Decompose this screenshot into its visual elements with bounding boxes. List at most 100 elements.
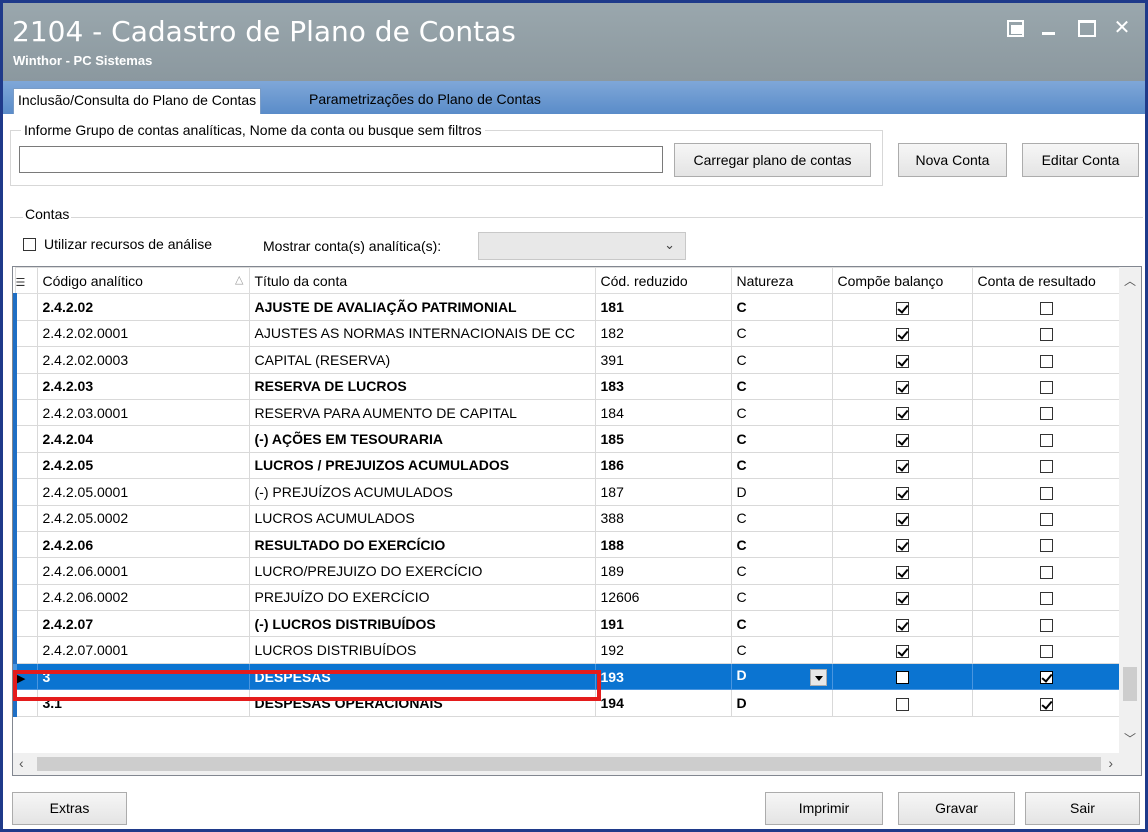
cell-reduzido[interactable]: 391: [594, 346, 732, 374]
cell-resultado[interactable]: [971, 319, 1122, 348]
cell-codigo[interactable]: 2.4.2.05.0002: [36, 504, 250, 532]
cell-natureza[interactable]: C: [730, 530, 833, 559]
scroll-up-icon[interactable]: ︿: [1124, 272, 1136, 289]
maximize-icon[interactable]: [1075, 17, 1097, 39]
use-analysis-option[interactable]: Utilizar recursos de análise: [23, 236, 212, 252]
minimize-icon[interactable]: [1039, 17, 1061, 39]
cell-natureza[interactable]: C: [730, 636, 833, 664]
close-icon[interactable]: ✕: [1111, 17, 1133, 39]
table-row[interactable]: 2.4.2.02.0001 AJUSTES AS NORMAS INTERNACI…: [13, 319, 1122, 348]
scroll-down-icon[interactable]: ﹀: [1124, 730, 1136, 747]
cell-resultado-checkbox[interactable]: [1040, 407, 1053, 421]
table-row[interactable]: 2.4.2.02.0003 CAPITAL (RESERVA) 391 C: [13, 346, 1122, 374]
cell-balanco[interactable]: [831, 583, 973, 612]
cell-titulo[interactable]: LUCROS ACUMULADOS: [248, 504, 596, 532]
tab-inclusao-consulta[interactable]: Inclusão/Consulta do Plano de Contas: [13, 88, 262, 114]
cell-balanco[interactable]: [831, 557, 973, 585]
cell-balanco[interactable]: [831, 610, 973, 638]
cell-reduzido[interactable]: 185: [594, 425, 732, 453]
cell-balanco[interactable]: [831, 293, 973, 321]
cell-resultado[interactable]: [971, 372, 1122, 400]
row-indicator[interactable]: [13, 610, 38, 638]
cell-balanco-checkbox[interactable]: [895, 407, 909, 421]
cell-resultado-checkbox[interactable]: [1040, 565, 1053, 579]
cell-resultado-checkbox[interactable]: [1040, 671, 1053, 685]
cell-codigo[interactable]: 2.4.2.03.0001: [36, 398, 250, 427]
cell-resultado-checkbox[interactable]: [1040, 513, 1053, 526]
cell-titulo[interactable]: PREJUÍZO DO EXERCÍCIO: [248, 583, 596, 612]
cell-resultado[interactable]: [971, 636, 1122, 664]
cell-reduzido[interactable]: 181: [594, 293, 732, 321]
cell-balanco[interactable]: [831, 662, 973, 691]
cell-reduzido[interactable]: 188: [594, 530, 732, 559]
cell-codigo[interactable]: 2.4.2.03: [36, 372, 250, 400]
cell-resultado-checkbox[interactable]: [1040, 539, 1053, 553]
cell-balanco[interactable]: [831, 425, 973, 453]
cell-balanco-checkbox[interactable]: [895, 354, 909, 368]
cell-balanco-checkbox[interactable]: [895, 381, 909, 395]
cell-reduzido[interactable]: 192: [594, 636, 732, 664]
cell-titulo[interactable]: RESERVA DE LUCROS: [248, 372, 596, 400]
cell-balanco[interactable]: [831, 372, 973, 400]
cell-resultado[interactable]: [971, 689, 1122, 717]
cell-natureza[interactable]: D: [730, 662, 833, 691]
column-header-resultado[interactable]: Conta de resultado: [971, 267, 1122, 295]
row-indicator[interactable]: [13, 530, 38, 559]
cell-balanco-checkbox[interactable]: [895, 486, 909, 500]
cell-titulo[interactable]: AJUSTE DE AVALIAÇÃO PATRIMONIAL: [248, 293, 596, 321]
cell-balanco-checkbox[interactable]: [895, 460, 909, 474]
cell-titulo[interactable]: RESERVA PARA AUMENTO DE CAPITAL: [248, 398, 596, 427]
tab-parametrizacoes[interactable]: Parametrizações do Plano de Contas: [305, 88, 545, 114]
cell-balanco[interactable]: [831, 504, 973, 532]
cell-resultado-checkbox[interactable]: [1040, 354, 1053, 368]
cell-resultado-checkbox[interactable]: [1040, 697, 1053, 711]
column-chooser-icon[interactable]: ☰: [14, 267, 38, 295]
column-header-codigo[interactable]: Código analítico △: [36, 267, 250, 295]
row-indicator[interactable]: [13, 346, 38, 374]
table-row[interactable]: 2.4.2.03 RESERVA DE LUCROS 183 C: [13, 372, 1122, 400]
cell-resultado[interactable]: [971, 478, 1122, 506]
scroll-left-icon[interactable]: ‹: [19, 755, 24, 771]
cell-resultado[interactable]: [971, 662, 1122, 691]
extras-button[interactable]: Extras: [12, 792, 127, 825]
cell-natureza[interactable]: C: [730, 293, 833, 321]
cell-resultado-checkbox[interactable]: [1040, 381, 1053, 395]
cell-natureza[interactable]: C: [730, 557, 833, 585]
new-account-button[interactable]: Nova Conta: [898, 143, 1007, 177]
cell-titulo[interactable]: AJUSTES AS NORMAS INTERNACIONAIS DE CC: [248, 319, 596, 348]
cell-resultado-checkbox[interactable]: [1040, 328, 1053, 342]
cell-codigo[interactable]: 2.4.2.07: [36, 610, 250, 638]
column-header-balanco[interactable]: Compõe balanço: [831, 267, 973, 295]
cell-codigo[interactable]: 2.4.2.06.0001: [36, 557, 250, 585]
use-analysis-checkbox[interactable]: [23, 237, 36, 251]
edit-account-button[interactable]: Editar Conta: [1022, 143, 1139, 177]
cell-resultado[interactable]: [971, 557, 1122, 585]
vertical-scroll-thumb[interactable]: [1123, 667, 1137, 701]
cell-codigo[interactable]: 2.4.2.04: [36, 425, 250, 453]
cell-resultado-checkbox[interactable]: [1040, 618, 1053, 632]
cell-reduzido[interactable]: 187: [594, 478, 732, 506]
table-row[interactable]: 2.4.2.03.0001 RESERVA PARA AUMENTO DE CAP…: [13, 398, 1122, 427]
cell-reduzido[interactable]: 186: [594, 451, 732, 480]
cell-codigo[interactable]: 2.4.2.07.0001: [36, 636, 250, 664]
cell-natureza[interactable]: D: [730, 478, 833, 506]
cell-balanco-checkbox[interactable]: [895, 301, 909, 315]
cell-codigo[interactable]: 2.4.2.02: [36, 293, 250, 321]
cell-codigo[interactable]: 2.4.2.05.0001: [36, 478, 250, 506]
cell-titulo[interactable]: LUCROS / PREJUIZOS ACUMULADOS: [248, 451, 596, 480]
vertical-scrollbar[interactable]: ︿ ﹀: [1119, 267, 1141, 775]
cell-reduzido[interactable]: 194: [594, 689, 732, 717]
cell-balanco-checkbox[interactable]: [895, 565, 909, 579]
cell-resultado-checkbox[interactable]: [1040, 644, 1053, 658]
cell-balanco[interactable]: [831, 346, 973, 374]
cell-codigo[interactable]: 2.4.2.02.0001: [36, 319, 250, 348]
cell-balanco[interactable]: [831, 636, 973, 664]
restore-icon[interactable]: [1003, 17, 1025, 39]
cell-titulo[interactable]: (-) LUCROS DISTRIBUÍDOS: [248, 610, 596, 638]
row-indicator[interactable]: [13, 478, 38, 506]
row-indicator[interactable]: [13, 293, 38, 321]
cell-balanco-checkbox[interactable]: [895, 592, 909, 606]
cell-balanco-checkbox[interactable]: [895, 539, 909, 553]
cell-balanco-checkbox[interactable]: [895, 618, 909, 632]
cell-codigo[interactable]: 2.4.2.06: [36, 530, 250, 559]
